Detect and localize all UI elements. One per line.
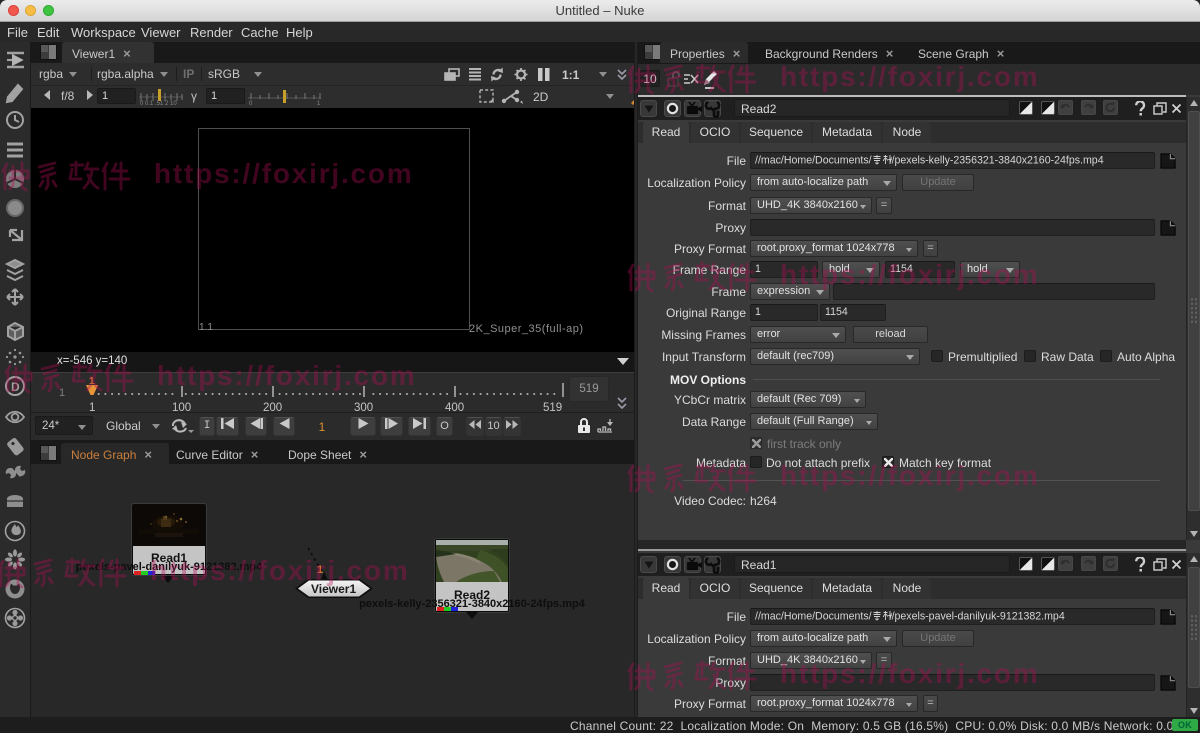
svg-text:1: 1 [317,101,321,106]
svg-text:2D: 2D [533,90,549,104]
svg-text:0 0.1 .51 2 10: 0 0.1 .51 2 10 [140,101,177,106]
svg-text:1:1: 1:1 [562,68,580,82]
svg-text:0: 0 [249,101,253,106]
